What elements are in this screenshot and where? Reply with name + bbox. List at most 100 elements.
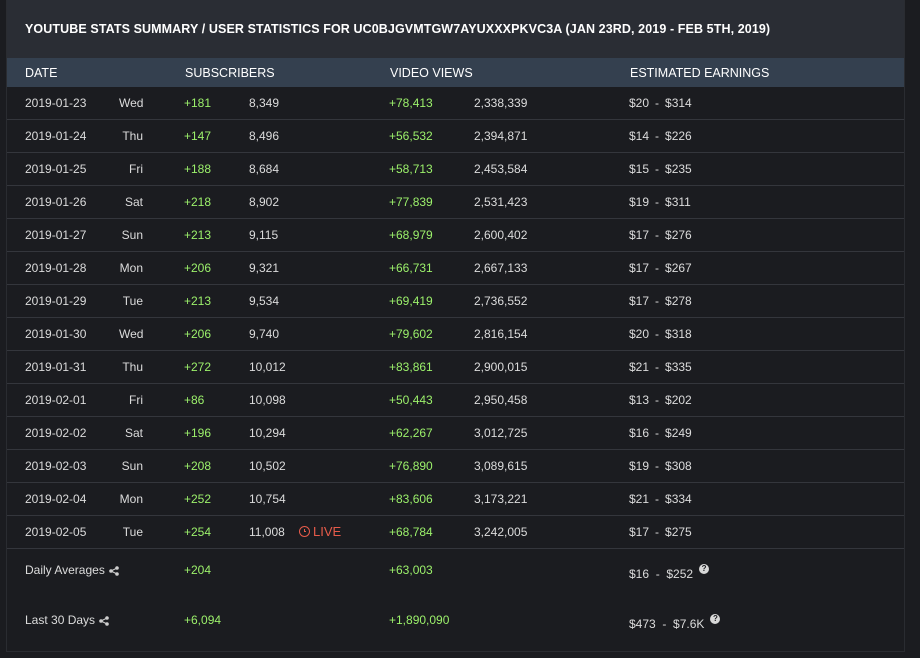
row-earnings-high: $235: [665, 162, 692, 176]
row-subscriber-total: 8,496: [249, 129, 280, 143]
table-row: 2019-01-28 Mon +206 9,321 +66,731 2,667,133 $1…: [7, 252, 904, 285]
live-badge[interactable]: LIVE: [299, 524, 341, 539]
row-earnings-separator: -: [655, 228, 660, 242]
help-icon[interactable]: ?: [699, 564, 710, 574]
row-views-change: +83,606: [389, 492, 433, 506]
row-views-total: 2,600,402: [474, 228, 528, 242]
row-earnings-low: $20: [629, 96, 650, 110]
row-earnings-separator: -: [655, 525, 660, 539]
table-row: 2019-02-05 Tue +254 11,008 LIVE +68,784 3,242,…: [7, 516, 904, 549]
row-earnings: $19- $311: [629, 195, 691, 209]
row-earnings-separator: -: [655, 327, 660, 341]
row-subscriber-total: 10,502: [249, 459, 286, 473]
row-earnings-high: $202: [665, 393, 692, 407]
last-30-days-views: +1,890,090: [389, 613, 450, 627]
row-earnings-low: $17: [629, 525, 650, 539]
row-earnings-high: $311: [665, 195, 691, 209]
daily-averages-label[interactable]: Daily Averages: [25, 563, 119, 577]
row-subscriber-change: +218: [184, 195, 212, 209]
table-row: 2019-02-01 Fri +86 10,098 +50,443 2,950,458 $1…: [7, 384, 904, 417]
row-earnings-separator: -: [655, 195, 660, 209]
table-row: 2019-01-26 Sat +218 8,902 +77,839 2,531,423 $1…: [7, 186, 904, 219]
row-subscriber-total: 9,115: [249, 228, 279, 242]
row-weekday: Wed: [119, 327, 144, 341]
row-earnings-high: $308: [665, 459, 692, 473]
table-row: 2019-01-31 Thu +272 10,012 +83,861 2,900,015 $…: [7, 351, 904, 384]
row-subscriber-total: 9,740: [249, 327, 280, 341]
row-subscriber-change: +213: [184, 228, 212, 242]
table-row: 2019-02-04 Mon +252 10,754 +83,606 3,173,221 $…: [7, 483, 904, 516]
row-subscriber-change: +181: [184, 96, 212, 110]
row-earnings: $20- $314: [629, 96, 692, 110]
row-earnings: $13- $202: [629, 393, 692, 407]
clock-icon: [299, 526, 310, 537]
row-views-total: 2,816,154: [474, 327, 528, 341]
row-views-total: 2,900,015: [474, 360, 528, 374]
row-views-change: +78,413: [389, 96, 433, 110]
row-views-change: +66,731: [389, 261, 433, 275]
row-views-change: +68,784: [389, 525, 433, 539]
row-subscriber-total: 9,534: [249, 294, 280, 308]
table-row: 2019-01-27 Sun +213 9,115 +68,979 2,600,402 $1…: [7, 219, 904, 252]
row-subscriber-total: 10,098: [249, 393, 286, 407]
share-icon[interactable]: [99, 616, 109, 626]
daily-averages-views: +63,003: [389, 563, 433, 577]
row-subscriber-change: +86: [184, 393, 205, 407]
row-subscriber-total: 11,008: [249, 525, 285, 539]
last-30-days-label[interactable]: Last 30 Days: [25, 613, 109, 627]
last-30-days-earnings-wrap: $473 - $7.6K?: [629, 614, 721, 631]
row-earnings: $16- $249: [629, 426, 692, 440]
row-subscriber-change: +196: [184, 426, 212, 440]
row-date: 2019-01-23: [25, 96, 87, 110]
row-weekday: Mon: [119, 492, 143, 506]
table-row: 2019-01-29 Tue +213 9,534 +69,419 2,736,552 $1…: [7, 285, 904, 318]
row-weekday: Wed: [119, 96, 144, 110]
row-date: 2019-01-31: [25, 360, 87, 374]
share-icon[interactable]: [109, 566, 119, 576]
row-weekday: Fri: [129, 162, 143, 176]
row-weekday: Thu: [122, 129, 143, 143]
row-earnings: $20- $318: [629, 327, 692, 341]
row-earnings-low: $19: [629, 195, 650, 209]
row-subscriber-change: +272: [184, 360, 212, 374]
row-views-total: 2,394,871: [474, 129, 528, 143]
table-row: 2019-01-30 Wed +206 9,740 +79,602 2,816,154 $2…: [7, 318, 904, 351]
row-views-change: +83,861: [389, 360, 433, 374]
row-weekday: Sat: [124, 195, 143, 209]
row-earnings-separator: -: [655, 162, 660, 176]
row-earnings-high: $314: [665, 96, 692, 110]
row-views-change: +50,443: [389, 393, 433, 407]
row-earnings: $17- $278: [629, 294, 692, 308]
row-subscriber-change: +188: [184, 162, 212, 176]
row-views-total: 2,950,458: [474, 393, 528, 407]
row-subscriber-change: +206: [184, 261, 212, 275]
row-earnings-separator: -: [655, 129, 660, 143]
row-subscriber-total: 8,349: [249, 96, 280, 110]
help-icon[interactable]: ?: [710, 614, 721, 624]
row-earnings-low: $19: [629, 459, 650, 473]
row-date: 2019-02-05: [25, 525, 87, 539]
row-earnings-low: $17: [629, 228, 650, 242]
row-views-change: +77,839: [389, 195, 433, 209]
header-date: DATE: [25, 66, 58, 80]
row-views-change: +69,419: [389, 294, 433, 308]
row-date: 2019-01-24: [25, 129, 87, 143]
row-subscriber-total: 8,684: [249, 162, 280, 176]
row-earnings-low: $16: [629, 426, 650, 440]
row-earnings: $17- $276: [629, 228, 692, 242]
row-earnings-high: $226: [665, 129, 692, 143]
row-weekday: Tue: [122, 525, 143, 539]
row-subscriber-total: 10,012: [249, 360, 286, 374]
row-earnings: $14- $226: [629, 129, 692, 143]
table-body: 2019-01-23 Wed +181 8,349 +78,413 2,338,339 $2…: [7, 87, 904, 549]
row-date: 2019-02-01: [25, 393, 87, 407]
live-label: LIVE: [313, 524, 342, 539]
row-earnings-high: $318: [665, 327, 692, 341]
last-30-days-subscribers: +6,094: [184, 613, 222, 627]
row-subscriber-total: 10,294: [249, 426, 286, 440]
row-earnings-separator: -: [655, 426, 660, 440]
row-views-change: +68,979: [389, 228, 433, 242]
row-earnings-separator: -: [655, 261, 660, 275]
row-date: 2019-01-29: [25, 294, 87, 308]
row-earnings-low: $14: [629, 129, 650, 143]
